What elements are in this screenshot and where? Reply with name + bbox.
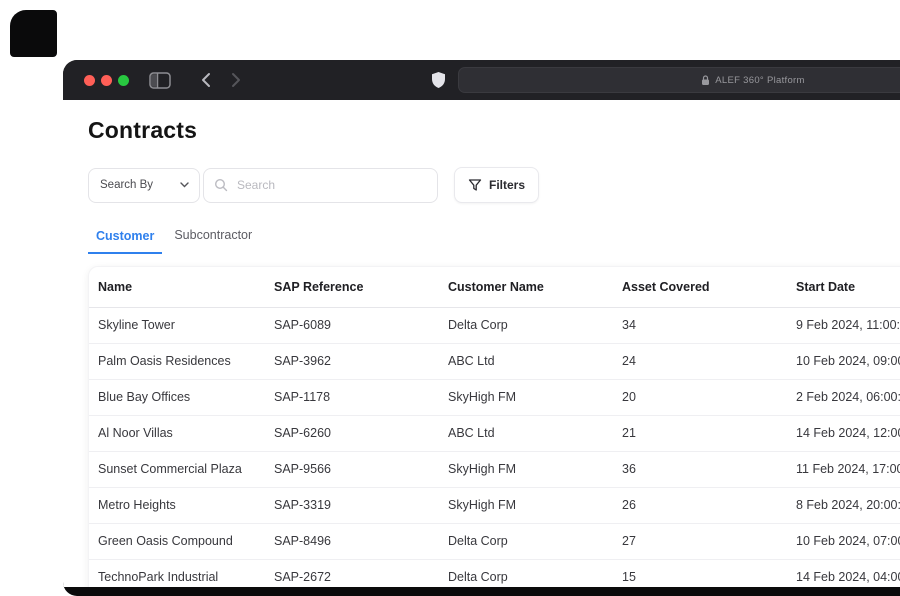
traffic-light-minimize[interactable] xyxy=(101,74,112,86)
search-icon xyxy=(214,178,228,192)
back-button[interactable] xyxy=(201,72,211,88)
search-by-label: Search By xyxy=(100,179,154,191)
table-cell: 8 Feb 2024, 20:00:00 xyxy=(787,487,900,524)
tab-customer[interactable]: Customer xyxy=(88,229,163,254)
column-header: SAP Reference xyxy=(265,267,439,308)
table-cell: ABC Ltd xyxy=(439,415,613,452)
search-input[interactable] xyxy=(235,177,427,193)
address-bar[interactable]: ALEF 360° Platform xyxy=(458,67,900,93)
table-row[interactable]: Green Oasis Compound SAP-8496 Delta Corp 27… xyxy=(89,523,900,560)
sidebar-toggle-icon[interactable] xyxy=(149,71,171,89)
table-row[interactable]: Skyline Tower SAP-6089 Delta Corp 34 9 Feb 2… xyxy=(89,307,900,344)
table-cell: SkyHigh FM xyxy=(439,451,613,488)
contracts-table-card: Name SAP Reference Customer Name Asset Cove… xyxy=(88,266,900,587)
table-cell: SAP-9566 xyxy=(265,451,439,488)
column-header: Start Date xyxy=(787,267,900,308)
table-cell: Delta Corp xyxy=(439,559,613,587)
table-cell: Al Noor Villas xyxy=(89,415,265,452)
contracts-table: Name SAP Reference Customer Name Asset Cove… xyxy=(89,267,900,587)
table-cell: TechnoPark Industrial xyxy=(89,559,265,587)
table-row[interactable]: Al Noor Villas SAP-6260 ABC Ltd 21 14 Feb 20… xyxy=(89,415,900,452)
table-cell: 36 xyxy=(613,451,787,488)
table-cell: SAP-2672 xyxy=(265,559,439,587)
column-header: Name xyxy=(89,267,265,308)
chevron-down-icon xyxy=(180,182,189,188)
table-row[interactable]: Sunset Commercial Plaza SAP-9566 SkyHigh F… xyxy=(89,451,900,488)
table-cell: 2 Feb 2024, 06:00:00 xyxy=(787,379,900,416)
traffic-light-close[interactable] xyxy=(84,74,95,86)
funnel-icon xyxy=(468,178,482,192)
address-bar-url: ALEF 360° Platform xyxy=(715,74,805,86)
table-cell: Metro Heights xyxy=(89,487,265,524)
shield-icon[interactable] xyxy=(431,71,446,89)
browser-window: ALEF 360° Platform Contracts Search By S… xyxy=(63,60,900,596)
toolbar: Search By Search Filters xyxy=(88,167,900,203)
page-content: Contracts Search By Search Filters Custo… xyxy=(63,100,900,587)
table-row[interactable]: Palm Oasis Residences SAP-3962 ABC Ltd 24 10… xyxy=(89,343,900,380)
table-cell: ABC Ltd xyxy=(439,343,613,380)
table-cell: 34 xyxy=(613,307,787,344)
table-row[interactable]: Metro Heights SAP-3319 SkyHigh FM 26 8 Feb 2… xyxy=(89,487,900,524)
browser-titlebar: ALEF 360° Platform xyxy=(63,60,900,100)
table-cell: SkyHigh FM xyxy=(439,487,613,524)
table-row[interactable]: Blue Bay Offices SAP-1178 SkyHigh FM 20 2 Fe… xyxy=(89,379,900,416)
table-cell: 24 xyxy=(613,343,787,380)
page-title: Contracts xyxy=(88,117,198,143)
table-cell: Palm Oasis Residences xyxy=(89,343,265,380)
table-cell: SAP-6260 xyxy=(265,415,439,452)
lock-icon xyxy=(701,74,710,86)
table-cell: SAP-8496 xyxy=(265,523,439,560)
tab-bar: Customer Subcontractor xyxy=(88,228,900,254)
offset-card-decoration xyxy=(10,10,57,57)
table-cell: 10 Feb 2024, 09:00:00 xyxy=(787,343,900,380)
table-cell: SAP-1178 xyxy=(265,379,439,416)
table-cell: 14 Feb 2024, 04:00:00 xyxy=(787,559,900,587)
table-cell: 27 xyxy=(613,523,787,560)
table-cell: Delta Corp xyxy=(439,307,613,344)
table-cell: 11 Feb 2024, 17:00:00 xyxy=(787,451,900,488)
table-cell: 10 Feb 2024, 07:00:00 xyxy=(787,523,900,560)
table-cell: Blue Bay Offices xyxy=(89,379,265,416)
filters-label: Filters xyxy=(489,178,526,192)
desktop: { "browser": { "url_label": "ALEF 360° P… xyxy=(0,0,900,596)
tab-subcontractor[interactable]: Subcontractor xyxy=(162,228,264,254)
search-field xyxy=(203,167,438,203)
table-cell: SAP-6089 xyxy=(265,307,439,344)
table-cell: SkyHigh FM xyxy=(439,379,613,416)
table-cell: Green Oasis Compound xyxy=(89,523,265,560)
column-header: Asset Covered xyxy=(613,267,787,308)
table-body: Skyline Tower SAP-6089 Delta Corp 34 9 Feb 2… xyxy=(89,307,900,587)
table-cell: 26 xyxy=(613,487,787,524)
table-row[interactable]: TechnoPark Industrial SAP-2672 Delta Corp 1… xyxy=(89,559,900,587)
table-cell: 21 xyxy=(613,415,787,452)
table-cell: Skyline Tower xyxy=(89,307,265,344)
table-cell: Sunset Commercial Plaza xyxy=(89,451,265,488)
column-header: Customer Name xyxy=(439,267,613,308)
search-by-select[interactable]: Search By xyxy=(88,167,200,203)
table-cell: SAP-3319 xyxy=(265,487,439,524)
table-cell: 9 Feb 2024, 11:00:00 xyxy=(787,307,900,344)
table-cell: Delta Corp xyxy=(439,523,613,560)
table-cell: 15 xyxy=(613,559,787,587)
filters-button[interactable]: Filters xyxy=(454,167,540,203)
traffic-light-zoom[interactable] xyxy=(118,74,129,86)
table-header-row: Name SAP Reference Customer Name Asset Cove… xyxy=(89,267,900,308)
table-cell: 20 xyxy=(613,379,787,416)
table-cell: SAP-3962 xyxy=(265,343,439,380)
table-cell: 14 Feb 2024, 12:00:00 xyxy=(787,415,900,452)
forward-button[interactable] xyxy=(231,72,241,88)
